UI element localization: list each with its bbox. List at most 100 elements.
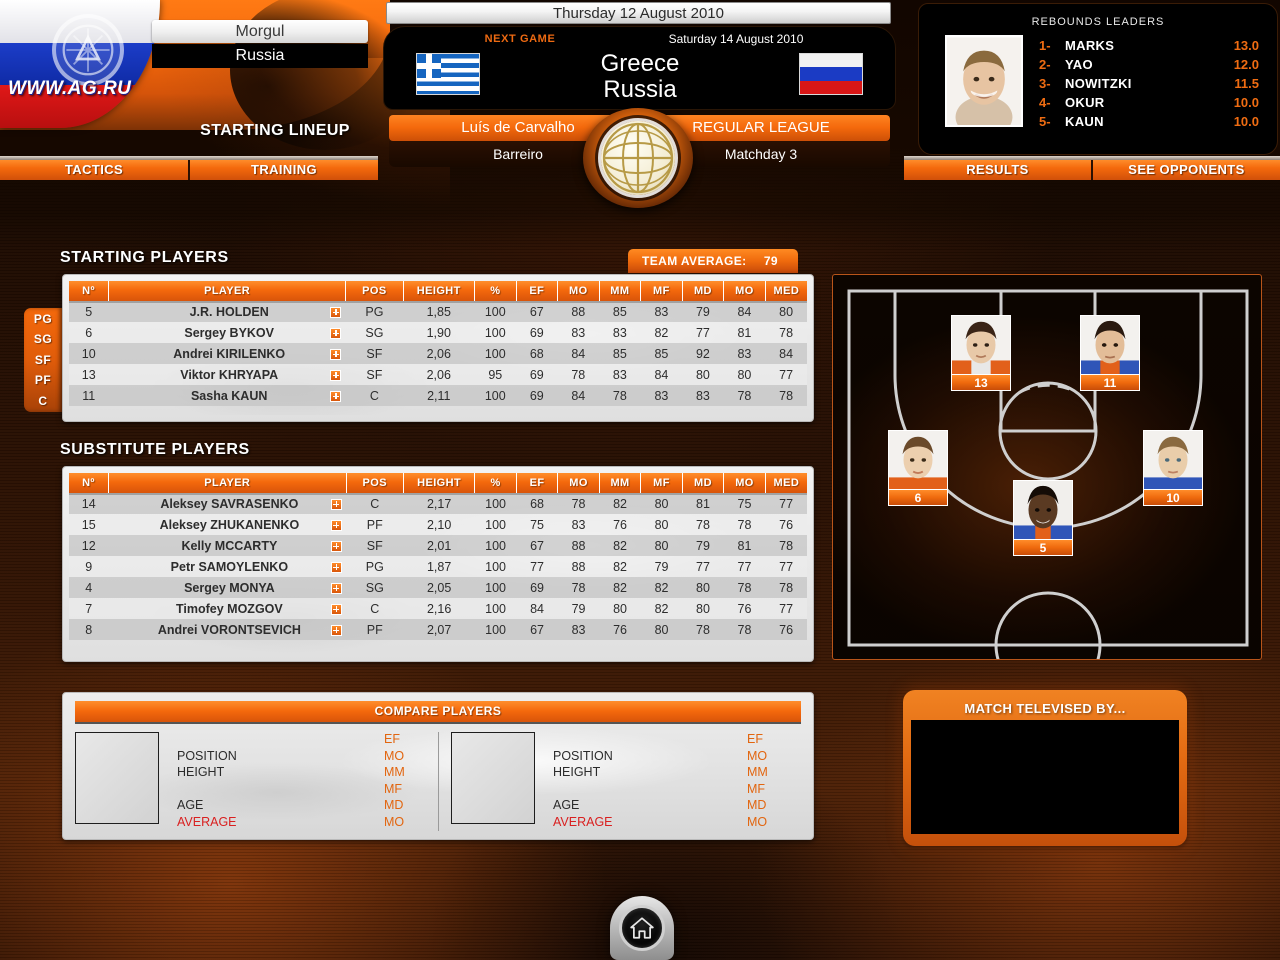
plus-icon (330, 561, 342, 573)
cell-pct: 100 (485, 601, 506, 616)
court-player-6[interactable]: 6 (888, 430, 948, 506)
court-player-10[interactable]: 10 (1143, 430, 1203, 506)
nav-button-tactics[interactable]: TACTICS (0, 160, 188, 180)
col-pos[interactable]: POS (345, 281, 404, 301)
list-item[interactable]: 1- MARKS 13.0 (1039, 36, 1259, 55)
col-number[interactable]: Nº (69, 281, 109, 301)
col-number[interactable]: Nº (69, 473, 109, 493)
cell-mf: 82 (654, 325, 669, 340)
court-formation-panel[interactable]: 13 11 6 5 10 (832, 274, 1262, 660)
col-player[interactable]: PLAYER (108, 473, 347, 493)
nav-button-training[interactable]: TRAINING (190, 160, 378, 180)
expand-player-button[interactable] (326, 301, 346, 322)
list-item[interactable]: 3- NOWITZKI 11.5 (1039, 74, 1259, 93)
table-row[interactable]: 7 Timofey MOZGOV C 2,16 100 84 79 80 82 … (69, 598, 807, 619)
table-row[interactable]: 13 Viktor KHRYAPA SF 2,06 95 69 78 83 84… (69, 364, 807, 385)
compare-slot-left[interactable]: POSITION HEIGHT AGE AVERAGE EF MO MM MF … (75, 732, 438, 831)
expand-player-button[interactable] (326, 493, 346, 514)
cell-md: 77 (695, 325, 710, 340)
expand-player-button[interactable] (326, 556, 346, 577)
home-button[interactable] (610, 896, 674, 960)
expand-player-button[interactable] (326, 322, 346, 343)
cell-pos: PG (365, 304, 384, 319)
plus-icon (330, 348, 342, 360)
col-mf[interactable]: MF (640, 281, 683, 301)
cell-player: Sergey MONYA (184, 580, 275, 595)
expand-player-button[interactable] (326, 535, 346, 556)
list-item[interactable]: 2- YAO 12.0 (1039, 55, 1259, 74)
col-height[interactable]: HEIGHT (403, 281, 476, 301)
court-player-11[interactable]: 11 (1080, 315, 1140, 391)
cell-md: 77 (696, 559, 710, 574)
expand-player-button[interactable] (326, 385, 346, 406)
expand-player-button[interactable] (326, 619, 346, 640)
cell-md: 83 (695, 388, 710, 403)
col-ef[interactable]: EF (516, 473, 559, 493)
cell-med: 80 (779, 304, 794, 319)
expand-player-button[interactable] (326, 598, 346, 619)
table-row[interactable]: 4 Sergey MONYA SG 2,05 100 69 78 82 82 8… (69, 577, 807, 598)
position-tab-sg[interactable]: SG (34, 329, 52, 350)
compare-slot-right[interactable]: POSITION HEIGHT AGE AVERAGE EF MO MM MF … (438, 732, 801, 831)
position-tab-pf[interactable]: PF (35, 370, 51, 391)
table-row[interactable]: 11 Sasha KAUN C 2,11 100 69 84 78 83 83 … (69, 385, 807, 406)
cmp-stat-ef: EF (384, 732, 400, 746)
table-row[interactable]: 8 Andrei VORONTSEVICH PF 2,07 100 67 83 … (69, 619, 807, 640)
col-pct[interactable]: % (474, 473, 517, 493)
position-tab-pg[interactable]: PG (34, 309, 52, 330)
expand-player-button[interactable] (326, 364, 346, 385)
court-player-5[interactable]: 5 (1013, 480, 1073, 556)
russia-flag-badge: WWW.AG.RU (0, 0, 160, 128)
col-md[interactable]: MD (682, 473, 725, 493)
col-med[interactable]: MED (765, 281, 807, 301)
rebounds-leaders-panel: REBOUNDS LEADERS 1- MARKS 13.0 2- YAO 12… (918, 3, 1278, 155)
list-item[interactable]: 4- OKUR 10.0 (1039, 93, 1259, 112)
col-pos[interactable]: POS (346, 473, 404, 493)
table-row[interactable]: 9 Petr SAMOYLENKO PG 1,87 100 77 88 82 7… (69, 556, 807, 577)
col-mf[interactable]: MF (640, 473, 683, 493)
cell-pct: 100 (484, 388, 506, 403)
globe-icon[interactable] (583, 108, 693, 208)
player-avatar (1080, 315, 1140, 375)
court-player-13[interactable]: 13 (951, 315, 1011, 391)
position-filter-tabs[interactable]: PG SG SF PF C (24, 308, 62, 412)
nav-button-results[interactable]: RESULTS (904, 160, 1091, 180)
match-team-a: Greece (600, 50, 680, 77)
col-player[interactable]: PLAYER (108, 281, 347, 301)
col-mo1[interactable]: MO (557, 281, 600, 301)
cmp-stat-md: MD (747, 798, 767, 812)
ru-stripe-white (800, 54, 862, 68)
col-mo2[interactable]: MO (723, 473, 766, 493)
col-height[interactable]: HEIGHT (403, 473, 476, 493)
plus-icon (330, 603, 342, 615)
nav-button-see-opponents[interactable]: SEE OPPONENTS (1093, 160, 1280, 180)
expand-player-button[interactable] (326, 343, 346, 364)
table-row[interactable]: 10 Andrei KIRILENKO SF 2,06 100 68 84 85… (69, 343, 807, 364)
col-ef[interactable]: EF (516, 281, 559, 301)
cell-mo1: 88 (571, 538, 586, 553)
position-tab-c[interactable]: C (38, 391, 47, 412)
col-mo1[interactable]: MO (557, 473, 600, 493)
compare-player-photo-right[interactable] (451, 732, 535, 824)
col-mm[interactable]: MM (599, 473, 642, 493)
cell-mo2: 77 (737, 559, 752, 574)
col-md[interactable]: MD (682, 281, 725, 301)
position-tab-sf[interactable]: SF (35, 350, 51, 371)
table-row[interactable]: 5 J.R. HOLDEN PG 1,85 100 67 88 85 83 79… (69, 301, 807, 322)
table-row[interactable]: 6 Sergey BYKOV SG 1,90 100 69 83 83 82 7… (69, 322, 807, 343)
col-med[interactable]: MED (765, 473, 807, 493)
table-row[interactable]: 15 Aleksey ZHUKANENKO PF 2,10 100 75 83 … (69, 514, 807, 535)
expand-player-button[interactable] (326, 514, 346, 535)
cell-mo2: 75 (737, 496, 752, 511)
table-row[interactable]: 12 Kelly MCCARTY SF 2,01 100 67 88 82 80… (69, 535, 807, 556)
list-item[interactable]: 5- KAUN 10.0 (1039, 112, 1259, 131)
col-mo2[interactable]: MO (723, 281, 766, 301)
expand-player-button[interactable] (326, 577, 346, 598)
col-pct[interactable]: % (474, 281, 517, 301)
cell-mm: 76 (613, 622, 627, 637)
cell-mo1: 78 (571, 496, 586, 511)
col-mm[interactable]: MM (599, 281, 642, 301)
table-row[interactable]: 14 Aleksey SAVRASENKO C 2,17 100 68 78 8… (69, 493, 807, 514)
match-team-b: Russia (603, 76, 677, 103)
compare-player-photo-left[interactable] (75, 732, 159, 824)
